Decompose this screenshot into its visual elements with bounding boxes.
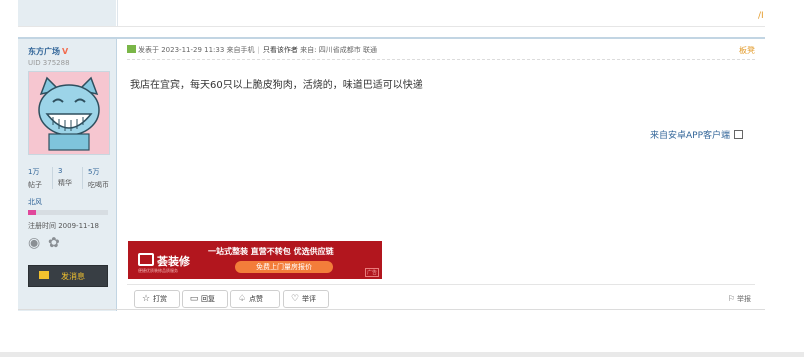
logo-icon bbox=[138, 253, 154, 266]
meta-separator: | bbox=[257, 46, 260, 54]
review-button[interactable]: ♡ 举评 bbox=[283, 290, 329, 308]
stat-posts[interactable]: 1万 帖子 bbox=[28, 167, 42, 190]
previous-post-body bbox=[117, 0, 766, 26]
from-app-link[interactable]: 来自安卓APP客户端 bbox=[650, 128, 743, 141]
webcam-medal-icon[interactable]: ◉ bbox=[28, 235, 40, 251]
report-icon: ⚐ bbox=[727, 294, 735, 303]
ad-tag: 广告 bbox=[364, 268, 379, 277]
only-author-link[interactable]: 只看该作者 bbox=[263, 46, 298, 54]
thumbs-up-icon: ♤ bbox=[237, 294, 247, 304]
from-app-label[interactable]: 来自安卓APP客户端 bbox=[650, 131, 730, 141]
review-label: 举评 bbox=[302, 295, 316, 303]
forum-page: /I 东方广场 V UID 375288 1万 帖子 3 精华 5万 吃喝币 北… bbox=[0, 0, 804, 357]
tip-button[interactable]: ☆ 打赏 bbox=[134, 290, 180, 308]
post-body: 发表于 2023-11-29 11:33 来自手机 | 只看该作者 来自: 四川省成… bbox=[117, 39, 765, 311]
medals: ◉ ✿ bbox=[28, 235, 68, 253]
like-button[interactable]: ♤ 点赞 bbox=[230, 290, 280, 308]
corner-mark: /I bbox=[758, 11, 764, 21]
thumbs-down-icon: ♡ bbox=[290, 294, 300, 304]
divider bbox=[18, 26, 765, 27]
tip-label: 打赏 bbox=[153, 295, 167, 303]
ad-slogan: 一站式整装 直营不转包 优选供应链 bbox=[208, 247, 334, 256]
send-message-button[interactable]: 发消息 bbox=[28, 265, 108, 287]
ad-logo: 荟装修 bbox=[138, 253, 190, 269]
envelope-icon bbox=[39, 271, 49, 279]
stat-divider bbox=[82, 167, 83, 189]
user-rank[interactable]: 北风 bbox=[28, 197, 42, 207]
rank-progress-bar bbox=[28, 210, 108, 215]
report-label[interactable]: 举报 bbox=[737, 295, 751, 303]
reply-icon: ▭ bbox=[189, 294, 199, 304]
reply-button[interactable]: ▭ 回复 bbox=[182, 290, 228, 308]
qrcode-icon[interactable] bbox=[734, 130, 743, 139]
author-name-row[interactable]: 东方广场 V bbox=[28, 46, 68, 57]
ad-logo-text: 荟装修 bbox=[157, 255, 190, 268]
rank-progress-fill bbox=[28, 210, 36, 215]
stat-label: 精华 bbox=[58, 179, 72, 187]
stat-label: 帖子 bbox=[28, 181, 42, 189]
send-message-label: 发消息 bbox=[61, 272, 85, 281]
like-label: 点赞 bbox=[249, 295, 263, 303]
stat-divider bbox=[52, 167, 53, 189]
stat-coins[interactable]: 5万 吃喝币 bbox=[88, 167, 109, 190]
post-time: 发表于 2023-11-29 11:33 来自手机 bbox=[138, 46, 255, 54]
ad-cta-button[interactable]: 免费上门量房报价 bbox=[235, 261, 333, 273]
stat-digest[interactable]: 3 精华 bbox=[58, 167, 72, 188]
divider bbox=[18, 309, 765, 310]
author-uid: UID 375288 bbox=[28, 59, 70, 67]
stat-label: 吃喝币 bbox=[88, 181, 109, 189]
previous-post-sidebar bbox=[18, 0, 116, 26]
page-footer-band bbox=[0, 352, 804, 357]
ad-subtext: 便捷优质装修品质服务 bbox=[138, 268, 178, 273]
stat-value[interactable]: 5万 bbox=[88, 167, 109, 177]
verified-icon: V bbox=[62, 47, 69, 56]
reply-label: 回复 bbox=[201, 295, 215, 303]
forum-post: 东方广场 V UID 375288 1万 帖子 3 精华 5万 吃喝币 北风 注… bbox=[18, 37, 765, 311]
avatar-image bbox=[29, 72, 109, 154]
avatar[interactable] bbox=[28, 71, 110, 155]
divider bbox=[127, 59, 755, 61]
register-date: 注册时间 2009-11-18 bbox=[28, 222, 99, 230]
floor-number[interactable]: 板凳 bbox=[739, 45, 755, 56]
post-status-icon bbox=[127, 45, 136, 53]
source-label: 来自: bbox=[300, 46, 317, 54]
stat-value[interactable]: 3 bbox=[58, 167, 72, 175]
post-content: 我店在宜宾，每天60只以上脆皮狗肉，活烧的，味道巴适可以快递 bbox=[130, 80, 423, 91]
author-sidebar: 东方广场 V UID 375288 1万 帖子 3 精华 5万 吃喝币 北风 注… bbox=[18, 39, 117, 311]
flower-medal-icon[interactable]: ✿ bbox=[48, 235, 60, 251]
stat-value[interactable]: 1万 bbox=[28, 167, 42, 177]
post-meta: 发表于 2023-11-29 11:33 来自手机 | 只看该作者 来自: 四川省成… bbox=[127, 45, 377, 55]
post-source: 四川省成都市 联通 bbox=[318, 46, 377, 54]
star-icon: ☆ bbox=[141, 294, 151, 304]
ad-banner[interactable]: 荟装修 便捷优质装修品质服务 一站式整装 直营不转包 优选供应链 免费上门量房报… bbox=[128, 241, 382, 279]
author-name[interactable]: 东方广场 bbox=[28, 47, 60, 56]
report-link[interactable]: ⚐ 举报 bbox=[728, 294, 751, 304]
divider bbox=[127, 284, 755, 285]
